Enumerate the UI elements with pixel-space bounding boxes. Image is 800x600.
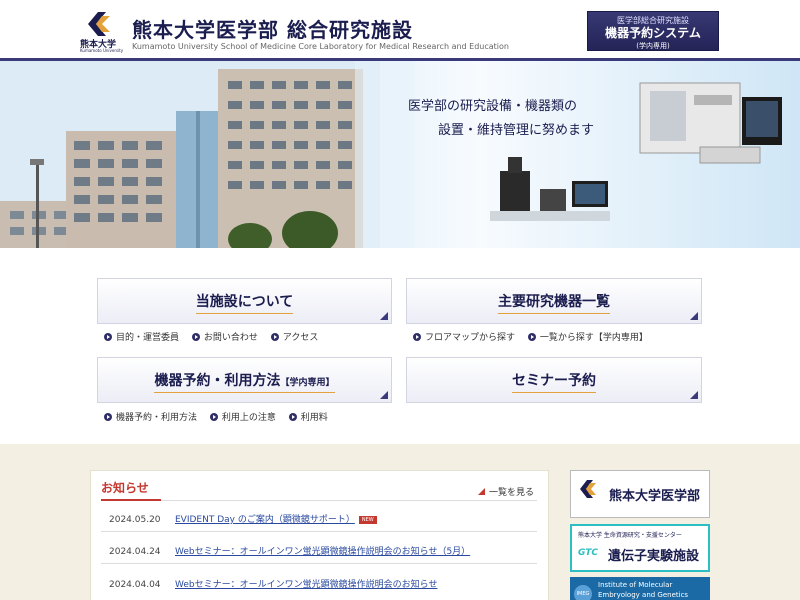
banner-imeg[interactable]: IMEG Institute of Molecular Embryology a… bbox=[570, 577, 710, 600]
bullet-arrow-icon bbox=[288, 413, 297, 421]
site-title-main: 熊本大学医学部 bbox=[132, 18, 279, 42]
news-item: 2024.04.24 Webセミナー：オールインワン蛍光顕微鏡操作説明会のお知らせ… bbox=[109, 544, 470, 557]
corner-arrow-icon bbox=[690, 391, 698, 399]
link-usage-notes[interactable]: 利用上の注意 bbox=[209, 410, 276, 423]
reservation-system-button[interactable]: 医学部総合研究施設 機器予約システム (学内専用) bbox=[587, 11, 719, 51]
banner-imeg-line1: Institute of Molecular bbox=[598, 581, 673, 589]
corner-arrow-icon bbox=[380, 312, 388, 320]
banner-faculty-label: 熊本大学医学部 bbox=[609, 489, 701, 504]
news-date: 2024.04.24 bbox=[109, 547, 161, 557]
reservation-line3: (学内専用) bbox=[636, 42, 670, 50]
panel-about-links: 目的・運営委員 お問い合わせ アクセス bbox=[104, 330, 328, 343]
news-divider bbox=[101, 563, 537, 564]
link-list-search[interactable]: 一覧から探す【学内専用】 bbox=[527, 330, 648, 343]
building-illustration bbox=[0, 61, 782, 248]
corner-arrow-icon bbox=[690, 312, 698, 320]
link-fees[interactable]: 利用料 bbox=[288, 410, 328, 423]
reservation-line2: 機器予約システム bbox=[605, 26, 701, 40]
news-heading-underline bbox=[101, 499, 161, 501]
link-access[interactable]: アクセス bbox=[270, 330, 319, 343]
link-floor-map[interactable]: フロアマップから探す bbox=[413, 330, 515, 343]
imeg-logo-icon: IMEG bbox=[574, 585, 592, 600]
panel-about[interactable]: 当施設について bbox=[97, 278, 392, 324]
news-title-link[interactable]: Webセミナー：オールインワン蛍光顕微鏡操作説明会のお知らせ bbox=[175, 580, 437, 590]
hero-line1: 医学部の研究設備・機器類の bbox=[408, 99, 578, 114]
link-purpose-committee[interactable]: 目的・運営委員 bbox=[104, 330, 179, 343]
news-item: 2024.05.20 EVIDENT Day のご案内（顕微鏡サポート） NEW bbox=[109, 512, 377, 525]
news-divider bbox=[101, 531, 537, 532]
site-title-strong: 総合研究施設 bbox=[287, 18, 413, 42]
link-label: お問い合わせ bbox=[203, 333, 258, 343]
lower-section: お知らせ 一覧を見る 2024.05.20 EVIDENT Day のご案内（顕微… bbox=[0, 444, 800, 600]
link-label: 一覧から探す【学内専用】 bbox=[539, 333, 648, 343]
panel-reservation-links: 機器予約・利用方法 利用上の注意 利用料 bbox=[104, 410, 338, 423]
news-see-all-link[interactable]: 一覧を見る bbox=[478, 485, 534, 498]
link-label: 利用上の注意 bbox=[221, 413, 276, 423]
link-label: 機器予約・利用方法 bbox=[116, 413, 198, 423]
reservation-line1: 医学部総合研究施設 bbox=[617, 16, 689, 25]
panel-equipment-title: 主要研究機器一覧 bbox=[498, 291, 610, 314]
university-logo-icon bbox=[580, 480, 596, 498]
link-contact[interactable]: お問い合わせ bbox=[191, 330, 258, 343]
bullet-arrow-icon bbox=[209, 413, 218, 421]
link-reservation-method[interactable]: 機器予約・利用方法 bbox=[104, 410, 197, 423]
banner-gene-research-center[interactable]: 熊本大学 生命資源研究・支援センター GTC 遺伝子実験施設 bbox=[570, 524, 710, 572]
news-box: お知らせ 一覧を見る 2024.05.20 EVIDENT Day のご案内（顕微… bbox=[90, 470, 549, 600]
panel-equipment-links: フロアマップから探す 一覧から探す【学内専用】 bbox=[413, 330, 658, 343]
link-label: アクセス bbox=[282, 333, 319, 343]
bullet-arrow-icon bbox=[413, 333, 421, 341]
navigation-panels: 当施設について 目的・運営委員 お問い合わせ アクセス 主要研究機器一覧 フロア… bbox=[0, 248, 800, 444]
link-label: 目的・運営委員 bbox=[116, 333, 180, 343]
news-heading: お知らせ bbox=[101, 481, 149, 495]
panel-equipment-list[interactable]: 主要研究機器一覧 bbox=[406, 278, 702, 324]
panel-reservation[interactable]: 機器予約・利用方法【学内専用】 bbox=[97, 357, 392, 403]
news-item: 2024.04.04 Webセミナー：オールインワン蛍光顕微鏡操作説明会のお知らせ bbox=[109, 577, 437, 590]
site-title[interactable]: 熊本大学医学部 総合研究施設 bbox=[132, 14, 413, 43]
bullet-arrow-icon bbox=[104, 333, 112, 341]
panel-seminar[interactable]: セミナー予約 bbox=[406, 357, 702, 403]
news-rule bbox=[101, 500, 537, 501]
bullet-arrow-icon bbox=[270, 333, 279, 341]
news-date: 2024.05.20 bbox=[109, 515, 161, 525]
panel-seminar-title: セミナー予約 bbox=[512, 370, 596, 393]
link-label: 利用料 bbox=[300, 413, 328, 423]
news-date: 2024.04.04 bbox=[109, 580, 161, 590]
banner-faculty-of-medicine[interactable]: 熊本大学医学部 bbox=[570, 470, 710, 518]
banner-gtc-top: 熊本大学 生命資源研究・支援センター bbox=[578, 532, 682, 539]
bullet-arrow-icon bbox=[527, 333, 536, 341]
corner-arrow-icon bbox=[380, 391, 388, 399]
banner-imeg-line2: Embryology and Genetics bbox=[598, 591, 689, 599]
new-badge: NEW bbox=[358, 516, 377, 524]
hero-tagline: 医学部の研究設備・機器類の 設置・維持管理に努めます bbox=[408, 95, 594, 143]
panel-reservation-title-wrap: 機器予約・利用方法【学内専用】 bbox=[154, 370, 335, 393]
logo-subtext: Kumamoto University bbox=[80, 48, 124, 53]
news-title-link[interactable]: EVIDENT Day のご案内（顕微鏡サポート） bbox=[175, 515, 355, 525]
bullet-arrow-icon bbox=[191, 333, 200, 341]
hero-line2: 設置・維持管理に努めます bbox=[438, 123, 595, 138]
banner-gtc-main: 遺伝子実験施設 bbox=[608, 549, 700, 564]
hero-banner: 医学部の研究設備・機器類の 設置・維持管理に努めます bbox=[0, 61, 800, 248]
panel-reservation-title: 機器予約・利用方法 bbox=[154, 373, 281, 389]
site-header: 熊本大学 Kumamoto University 熊本大学医学部 総合研究施設 K… bbox=[0, 0, 800, 60]
link-label: フロアマップから探す bbox=[425, 333, 516, 343]
news-title-link[interactable]: Webセミナー：オールインワン蛍光顕微鏡操作説明会のお知らせ（5月） bbox=[175, 547, 470, 557]
panel-reservation-tag: 【学内専用】 bbox=[280, 378, 335, 388]
gtc-logo-icon: GTC bbox=[578, 548, 598, 558]
panel-about-title: 当施設について bbox=[195, 291, 294, 314]
site-subtitle: Kumamoto University School of Medicine C… bbox=[132, 42, 509, 51]
bullet-arrow-icon bbox=[104, 413, 112, 421]
